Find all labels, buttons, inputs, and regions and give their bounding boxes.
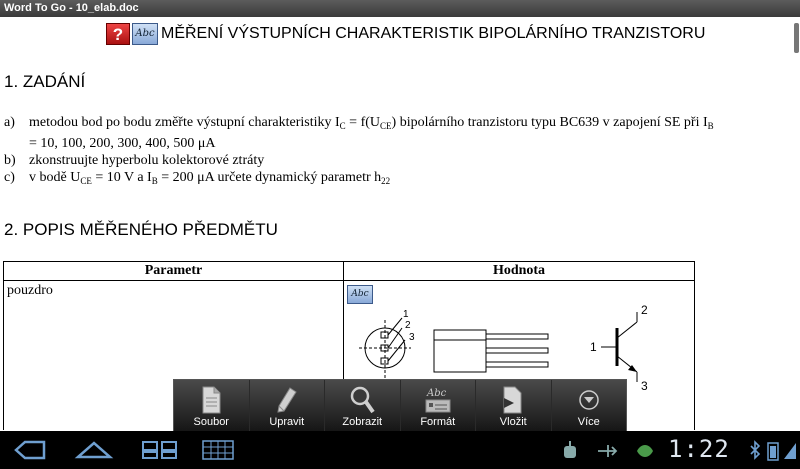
menu-item-label: Zobrazit: [342, 416, 383, 428]
menu-item-vlozit[interactable]: Vložit: [476, 380, 552, 431]
package-side-view: [433, 329, 487, 373]
keyboard-icon[interactable]: [202, 440, 234, 460]
list-marker: b): [4, 153, 16, 168]
insert-icon: [503, 386, 522, 414]
menu-item-label: Upravit: [269, 416, 305, 428]
task-list: a) metodou bod po bodu změřte výstupní c…: [4, 114, 714, 190]
menu-item-label: Vložit: [499, 416, 527, 428]
usb-icon: [598, 445, 618, 457]
terminal-label: 3: [641, 379, 648, 393]
pin-label: 2: [405, 320, 411, 331]
abc-spellcheck-icon[interactable]: Abc: [132, 23, 158, 45]
column-header-parametr: Parametr: [3, 261, 344, 281]
menu-item-label: Soubor: [193, 416, 229, 428]
heading-row: ? Abc MĚŘENÍ VÝSTUPNÍCH CHARAKTERISTIK B…: [106, 21, 705, 47]
back-icon[interactable]: [14, 439, 46, 461]
collector-line: [616, 321, 638, 339]
section-heading-popis: 2. POPIS MĚŘENÉHO PŘEDMĚTU: [4, 220, 278, 239]
more-icon: [579, 390, 599, 410]
list-item-c: c) v bodě UCE = 10 V a IB = 200 μA určet…: [4, 169, 714, 190]
param-pouzdro: pouzdro: [7, 283, 53, 298]
battery-icon: [767, 442, 779, 461]
recent-apps-icon[interactable]: [140, 440, 180, 460]
section-heading-zadani: 1. ZADÁNÍ: [4, 72, 86, 91]
menu-item-vice[interactable]: Více: [552, 380, 627, 431]
list-item-text: v bodě UCE = 10 V a IB = 200 μA určete d…: [29, 170, 391, 186]
nvidia-icon: [637, 445, 653, 457]
lead: [485, 361, 549, 368]
table-header-row: Parametr Hodnota: [3, 261, 695, 281]
options-menu: Soubor Upravit Zobrazit Abc Formát Vloži…: [173, 379, 627, 431]
list-item-b: b) zkonstruujte hyperbolu kolektorové zt…: [4, 152, 714, 169]
scrollbar-thumb[interactable]: [794, 23, 799, 53]
pin-label: 1: [403, 309, 409, 320]
lead: [485, 333, 549, 340]
pencil-icon: [277, 387, 297, 413]
document-title: MĚŘENÍ VÝSTUPNÍCH CHARAKTERISTIK BIPOLÁR…: [161, 25, 706, 42]
signal-icon: [784, 443, 796, 459]
list-item-a: a) metodou bod po bodu změřte výstupní c…: [4, 114, 714, 135]
menu-item-label: Více: [577, 416, 600, 428]
help-icon[interactable]: ?: [106, 23, 130, 45]
menu-item-soubor[interactable]: Soubor: [174, 380, 250, 431]
format-icon-text: Abc: [426, 388, 447, 399]
clock: 1:22: [668, 435, 730, 463]
document-icon: [202, 386, 221, 414]
menu-item-label: Formát: [420, 416, 456, 428]
bluetooth-icon: [750, 440, 761, 460]
list-item-text: metodou bod po bodu změřte výstupní char…: [29, 115, 714, 131]
leader-line: [387, 317, 403, 336]
abc-object-icon[interactable]: Abc: [347, 285, 373, 304]
list-item-text: zkonstruujte hyperbolu kolektorové ztrát…: [29, 153, 265, 168]
home-icon[interactable]: [74, 439, 114, 461]
window-title: Word To Go - 10_elab.doc: [0, 0, 800, 17]
pin-label: 3: [409, 332, 415, 343]
menu-item-format[interactable]: Abc Formát: [401, 380, 476, 431]
list-marker: a): [4, 115, 15, 130]
usb-debug-icon: [564, 441, 576, 458]
menu-item-zobrazit[interactable]: Zobrazit: [325, 380, 401, 431]
column-header-hodnota: Hodnota: [343, 261, 695, 281]
format-icon: Abc: [425, 388, 451, 413]
list-marker: c): [4, 170, 15, 185]
lead: [485, 347, 549, 354]
terminal-label: 1: [590, 340, 597, 354]
terminal-label: 2: [641, 304, 648, 317]
list-item-a-continuation: = 10, 100, 200, 300, 400, 500 μA: [29, 136, 216, 151]
document-view[interactable]: ? Abc MĚŘENÍ VÝSTUPNÍCH CHARAKTERISTIK B…: [0, 17, 800, 430]
menu-item-upravit[interactable]: Upravit: [250, 380, 325, 431]
magnifier-icon: [351, 386, 375, 414]
